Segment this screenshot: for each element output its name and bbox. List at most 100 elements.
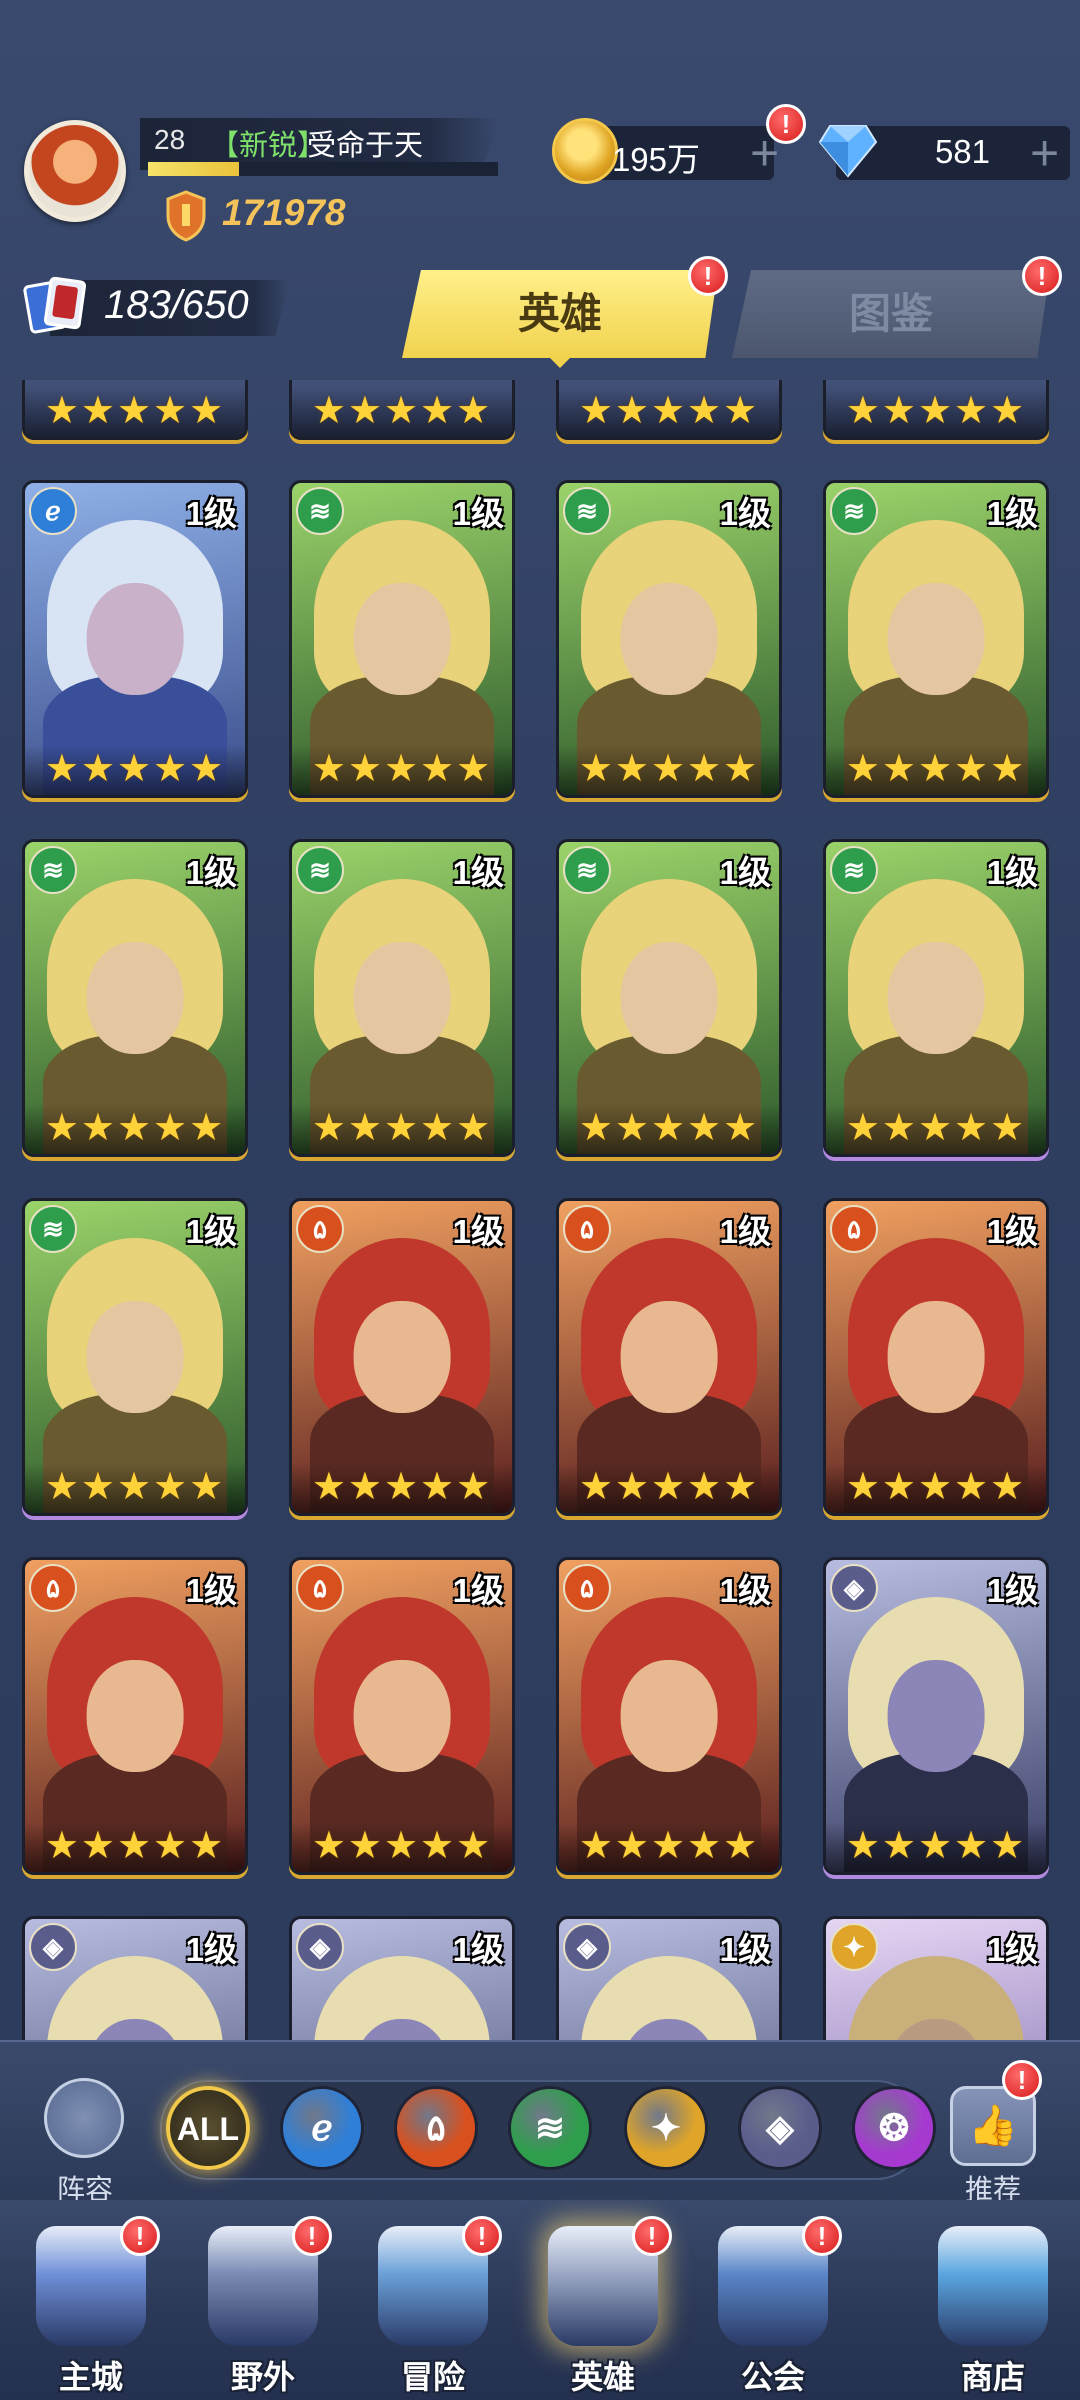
- hero-level: 1级: [185, 854, 237, 891]
- hero-card[interactable]: ◈1级★★★★★: [22, 1916, 248, 2040]
- shadow-faction-icon: ◈: [563, 1923, 611, 1971]
- star-rating: ★★★★★: [25, 1463, 245, 1513]
- hero-card-partial[interactable]: ★★★★★: [556, 380, 782, 440]
- hero-level: 1级: [986, 495, 1038, 532]
- hero-card[interactable]: ≋ 1级 ★★★★★: [556, 839, 782, 1157]
- star-rating: ★★★★★: [25, 745, 245, 795]
- hero-card[interactable]: ≋ 1级 ★★★★★: [289, 480, 515, 798]
- hero-face: [887, 941, 985, 1055]
- hero-face: [353, 1300, 451, 1414]
- hero-card[interactable]: ۵ 1级 ★★★★★: [556, 1198, 782, 1516]
- hero-card[interactable]: ◈ 1级 ★★★★★: [823, 1557, 1049, 1875]
- lineup-shield-icon[interactable]: [44, 2078, 124, 2158]
- hero-card-partial[interactable]: ★★★★★: [22, 380, 248, 440]
- hero-level: 1级: [719, 1931, 771, 1968]
- hero-card[interactable]: ◈1级★★★★★: [289, 1916, 515, 2040]
- tab-codex[interactable]: 图鉴: [732, 270, 1050, 358]
- hero-card[interactable]: ≋ 1级 ★★★★★: [289, 839, 515, 1157]
- gem-amount: 581: [934, 133, 990, 170]
- hero-card[interactable]: ◈1级★★★★★: [556, 1916, 782, 2040]
- star-rating: ★★★★★: [826, 1822, 1046, 1872]
- hero-face: [86, 1659, 184, 1773]
- light-faction-icon: ✦: [830, 1923, 878, 1971]
- star-rating: ★★★★★: [826, 1463, 1046, 1513]
- tab-heroes[interactable]: 英雄: [402, 270, 718, 358]
- tab-active-indicator: [548, 356, 572, 368]
- hero-cards-icon: [23, 276, 87, 334]
- nav-alert-badge: !: [632, 2216, 672, 2256]
- forest-faction-icon: ≋: [563, 487, 611, 535]
- hero-face: [887, 1300, 985, 1414]
- shadow-faction-icon: ◈: [830, 1564, 878, 1612]
- hero-card[interactable]: ۵ 1级 ★★★★★: [22, 1557, 248, 1875]
- hero-card[interactable]: ۵ 1级 ★★★★★: [289, 1557, 515, 1875]
- nav-shop[interactable]: 商店: [918, 2226, 1068, 2396]
- star-rating: ★★★★★: [292, 387, 512, 437]
- filter-chaos-button[interactable]: ❂: [852, 2086, 936, 2170]
- hero-level: 1级: [986, 1572, 1038, 1609]
- hero-level: 1级: [719, 1572, 771, 1609]
- hero-card[interactable]: ≋ 1级 ★★★★★: [823, 839, 1049, 1157]
- hero-card[interactable]: ۵ 1级 ★★★★★: [556, 1557, 782, 1875]
- star-rating: ★★★★★: [559, 1463, 779, 1513]
- hero-face: [353, 941, 451, 1055]
- hero-level: 1级: [452, 854, 504, 891]
- hero-level: 1级: [452, 495, 504, 532]
- filter-light-button[interactable]: ✦: [624, 2086, 708, 2170]
- hero-face: [620, 1300, 718, 1414]
- hero-card-partial[interactable]: ★★★★★: [823, 380, 1049, 440]
- nav-label: 商店: [960, 2359, 1025, 2395]
- filter-water-button[interactable]: ℯ: [280, 2086, 364, 2170]
- filter-fire-button[interactable]: ۵: [394, 2086, 478, 2170]
- hero-card[interactable]: ۵ 1级 ★★★★★: [289, 1198, 515, 1516]
- recommend-alert-badge: !: [1002, 2060, 1042, 2100]
- forest-faction-icon: ≋: [830, 846, 878, 894]
- nav-label: 野外: [230, 2359, 295, 2395]
- star-rating: ★★★★★: [292, 1104, 512, 1154]
- diamond-icon: [818, 125, 878, 178]
- gold-alert-badge: !: [766, 104, 806, 144]
- hero-card[interactable]: ≋ 1级 ★★★★★: [823, 480, 1049, 798]
- tab-codex-alert-badge: !: [1022, 256, 1062, 296]
- hero-card[interactable]: ℯ 1级 ★★★★★: [22, 480, 248, 798]
- fire-faction-icon: ۵: [29, 1564, 77, 1612]
- filter-forest-button[interactable]: ≋: [508, 2086, 592, 2170]
- combat-power-shield-icon: [166, 190, 206, 242]
- star-rating: ★★★★★: [559, 387, 779, 437]
- hero-card[interactable]: ≋ 1级 ★★★★★: [556, 480, 782, 798]
- hero-card[interactable]: ≋ 1级 ★★★★★: [22, 1198, 248, 1516]
- star-rating: ★★★★★: [559, 1104, 779, 1154]
- hero-card[interactable]: ۵ 1级 ★★★★★: [823, 1198, 1049, 1516]
- fire-faction-icon: ۵: [563, 1564, 611, 1612]
- hero-face: [620, 582, 718, 696]
- nav-castle[interactable]: 主城!: [16, 2216, 166, 2396]
- hero-card-partial[interactable]: ★★★★★: [289, 380, 515, 440]
- hero-level: 1级: [185, 1572, 237, 1609]
- fire-faction-icon: ۵: [296, 1205, 344, 1253]
- nav-banner[interactable]: 公会!: [698, 2216, 848, 2396]
- fire-faction-icon: ۵: [296, 1564, 344, 1612]
- hero-level: 1级: [452, 1572, 504, 1609]
- add-gems-button[interactable]: +: [1030, 128, 1059, 178]
- hero-level: 1级: [452, 1931, 504, 1968]
- hero-card[interactable]: ≋ 1级 ★★★★★: [22, 839, 248, 1157]
- star-rating: ★★★★★: [826, 745, 1046, 795]
- star-rating: ★★★★★: [25, 1104, 245, 1154]
- hero-card[interactable]: ✦1级★★★★★: [823, 1916, 1049, 2040]
- nav-label: 冒险: [400, 2359, 465, 2395]
- hero-level: 1级: [986, 1931, 1038, 1968]
- filter-shadow-button[interactable]: ◈: [738, 2086, 822, 2170]
- hero-face: [887, 582, 985, 696]
- hero-face: [86, 1300, 184, 1414]
- gold-amount: 195万: [611, 141, 700, 178]
- shop-icon: [938, 2226, 1048, 2346]
- star-rating: ★★★★★: [826, 1104, 1046, 1154]
- nav-helmet[interactable]: 英雄!: [528, 2216, 678, 2396]
- player-avatar[interactable]: [24, 120, 126, 222]
- player-name: 受命于天: [307, 130, 424, 162]
- filter-all-button[interactable]: ALL: [166, 2086, 250, 2170]
- star-rating: ★★★★★: [559, 745, 779, 795]
- nav-sword-gate[interactable]: 冒险!: [358, 2216, 508, 2396]
- nav-portal[interactable]: 野外!: [188, 2216, 338, 2396]
- forest-faction-icon: ≋: [296, 846, 344, 894]
